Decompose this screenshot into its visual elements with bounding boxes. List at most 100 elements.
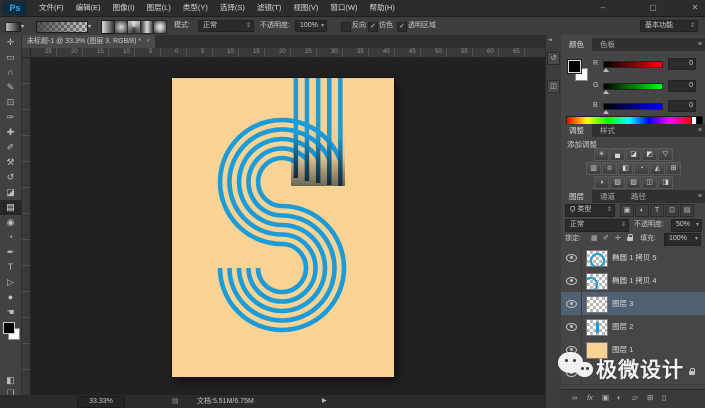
panel-menu-icon[interactable]: ≡ xyxy=(698,190,702,203)
channel-r-thumb[interactable] xyxy=(603,68,609,72)
workspace-dropdown[interactable]: 基本功能 ⇕ xyxy=(640,20,698,32)
layer-name[interactable]: 图层 3 xyxy=(612,292,633,315)
layer-filter-icon[interactable]: ▤ xyxy=(680,204,694,217)
adjustment-icon[interactable]: ◔ xyxy=(634,162,649,175)
adjustment-icon[interactable]: ≎ xyxy=(602,162,617,175)
clone-stamp-tool[interactable]: ⚒ xyxy=(0,155,21,170)
type-tool[interactable]: T xyxy=(0,260,21,275)
tab-close-icon[interactable]: × xyxy=(146,38,150,45)
adjustment-icon[interactable]: ◫ xyxy=(642,176,657,189)
adjustment-icon[interactable]: ◑ xyxy=(594,176,609,189)
menu-item-5[interactable]: 类型(Y) xyxy=(177,0,214,16)
diamond-gradient-button[interactable] xyxy=(153,20,167,34)
tab-layers[interactable]: 图层 xyxy=(561,190,592,203)
layers-footer-icon-▣[interactable]: ▣ xyxy=(602,393,609,403)
channel-b-slider[interactable] xyxy=(603,103,663,110)
adjustment-icon[interactable]: ◨ xyxy=(658,176,673,189)
layer-name[interactable]: 椭圆 1 拷贝 4 xyxy=(612,269,657,292)
quick-mask-button[interactable]: ◧ xyxy=(0,375,21,386)
preset-dropdown-icon[interactable]: ▾ xyxy=(21,18,24,36)
reflected-gradient-button[interactable] xyxy=(140,20,154,34)
layers-footer-icon-▱[interactable]: ▱ xyxy=(632,393,638,403)
quick-selection-tool[interactable]: ✎ xyxy=(0,80,21,95)
blur-tool[interactable]: ◉ xyxy=(0,215,21,230)
maximize-button[interactable]: ▢ xyxy=(645,0,661,15)
spot-healing-brush-tool[interactable]: ✚ xyxy=(0,125,21,140)
lock-all-icon[interactable] xyxy=(627,234,633,241)
eraser-tool[interactable]: ◪ xyxy=(0,185,21,200)
foreground-swatch[interactable] xyxy=(567,59,582,74)
mode-dropdown[interactable]: 正常 ⇕ xyxy=(198,20,254,32)
layer-thumbnail[interactable] xyxy=(586,273,608,290)
layers-footer-icon-∞[interactable]: ∞ xyxy=(572,393,577,403)
panel-menu-icon[interactable]: ≡ xyxy=(698,38,702,51)
menu-item-10[interactable]: 帮助(H) xyxy=(364,0,401,16)
lock-option-icon[interactable]: ▦ xyxy=(591,233,598,244)
gradient-tool[interactable]: ▤ xyxy=(0,200,21,215)
foreground-color-swatch[interactable] xyxy=(3,322,15,334)
properties-panel-icon[interactable]: ◫ xyxy=(547,80,560,93)
expand-panels-icon[interactable]: ◂◂ xyxy=(548,37,552,43)
menu-item-6[interactable]: 选择(S) xyxy=(214,0,251,16)
menu-item-3[interactable]: 图像(I) xyxy=(107,0,141,16)
ellipse-shape-tool[interactable]: ● xyxy=(0,290,21,305)
layer-filter-dropdown[interactable]: Ϙ 类型 ⇕ xyxy=(565,204,615,217)
adjustment-icon[interactable]: ▨ xyxy=(610,176,625,189)
transparency-checkbox[interactable]: ✓ xyxy=(397,22,407,32)
layer-row[interactable]: 椭圆 1 拷贝 4 xyxy=(561,269,705,293)
dodge-tool[interactable]: ◔ xyxy=(0,230,21,245)
layer-filter-icon[interactable]: T xyxy=(650,204,664,217)
visibility-eye-icon[interactable] xyxy=(566,254,577,262)
layers-footer-icon-◐[interactable]: ◐ xyxy=(617,393,622,403)
rectangular-marquee-tool[interactable]: ▭ xyxy=(0,50,21,65)
adjustment-icon[interactable]: ◪ xyxy=(626,148,641,161)
menu-item-8[interactable]: 视图(V) xyxy=(287,0,324,16)
layers-footer-icon-▯[interactable]: ▯ xyxy=(662,393,666,403)
history-panel-icon[interactable]: ↺ xyxy=(547,52,560,65)
brush-tool[interactable]: ✐ xyxy=(0,140,21,155)
adjustment-icon[interactable]: ▄ xyxy=(610,148,625,161)
layer-row[interactable]: 椭圆 1 拷贝 5 xyxy=(561,246,705,270)
radial-gradient-button[interactable] xyxy=(114,20,128,34)
gradient-picker-arrow-icon[interactable]: ▾ xyxy=(88,18,91,36)
history-brush-tool[interactable]: ↺ xyxy=(0,170,21,185)
angle-gradient-button[interactable] xyxy=(127,20,141,34)
layer-thumbnail[interactable] xyxy=(586,319,608,336)
gradient-tool-preset-icon[interactable] xyxy=(5,22,21,32)
adjustment-icon[interactable]: ◧ xyxy=(618,162,633,175)
tab-swatches[interactable]: 色板 xyxy=(592,38,623,51)
move-tool[interactable]: ✛ xyxy=(0,35,21,50)
channel-r-value[interactable]: 0 xyxy=(668,58,696,70)
tab-paths[interactable]: 路径 xyxy=(623,190,654,203)
channel-r-slider[interactable] xyxy=(603,61,663,68)
panel-menu-icon[interactable]: ≡ xyxy=(698,124,702,137)
lock-option-icon[interactable]: ✛ xyxy=(615,233,621,244)
layer-thumbnail[interactable] xyxy=(586,250,608,267)
channel-g-value[interactable]: 0 xyxy=(668,80,696,92)
layer-name[interactable]: 椭圆 1 拷贝 5 xyxy=(612,246,657,269)
adjustment-icon[interactable]: ⊞ xyxy=(666,162,681,175)
visibility-eye-icon[interactable] xyxy=(566,300,577,308)
layers-opacity-dropdown[interactable]: 50% ▾ xyxy=(671,219,702,232)
channel-g-slider[interactable] xyxy=(603,83,663,90)
menu-item-1[interactable]: 文件(F) xyxy=(33,0,70,16)
linear-gradient-button[interactable] xyxy=(101,20,115,34)
layer-filter-icon[interactable]: ▣ xyxy=(620,204,634,217)
adjustment-icon[interactable]: ▧ xyxy=(626,176,641,189)
adjustment-icon[interactable]: ◭ xyxy=(650,162,665,175)
canvas[interactable] xyxy=(171,77,395,378)
minimize-button[interactable]: – xyxy=(595,0,611,15)
hand-tool[interactable]: ☚ xyxy=(0,305,21,320)
gradient-preview[interactable] xyxy=(36,21,88,33)
layer-filter-icon[interactable]: ⊡ xyxy=(665,204,679,217)
status-flyout-arrow-icon[interactable]: ▶ xyxy=(322,395,327,408)
layer-name[interactable]: 图层 2 xyxy=(612,315,633,338)
adjustment-icon[interactable]: ▥ xyxy=(586,162,601,175)
tab-styles[interactable]: 样式 xyxy=(592,124,623,137)
adjustment-icon[interactable]: ▽ xyxy=(658,148,673,161)
dither-checkbox[interactable]: ✓ xyxy=(368,22,378,32)
menu-item-9[interactable]: 窗口(W) xyxy=(324,0,363,16)
adjustment-icon[interactable]: ☀ xyxy=(594,148,609,161)
tab-color[interactable]: 颜色 xyxy=(561,38,592,51)
layer-filter-icon[interactable]: ◐ xyxy=(635,204,649,217)
